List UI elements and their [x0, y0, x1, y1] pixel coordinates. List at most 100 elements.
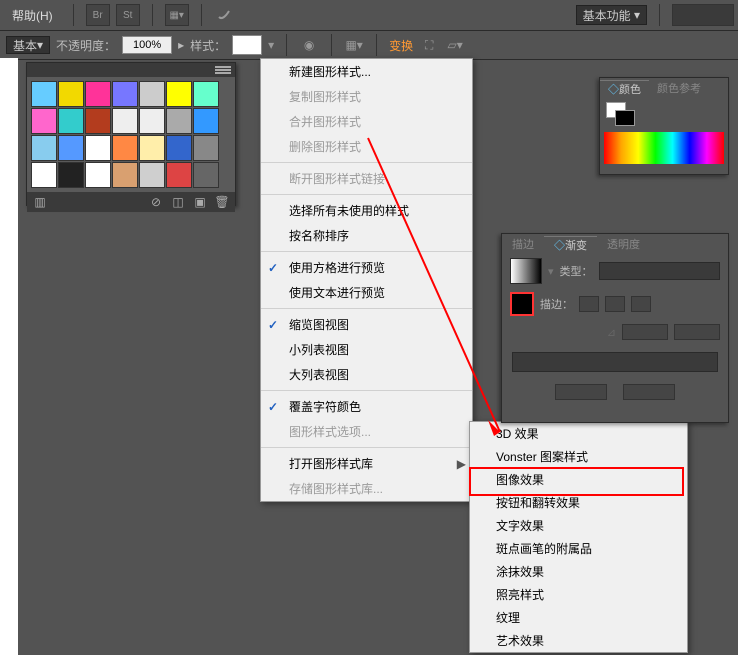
- submenu-item[interactable]: 文字效果: [470, 514, 687, 537]
- menu-help[interactable]: 帮助(H): [4, 7, 61, 24]
- stop-opacity[interactable]: [555, 384, 607, 400]
- workspace-selector[interactable]: 基本功能 ▾: [576, 5, 647, 25]
- libraries-icon[interactable]: ▥: [33, 195, 47, 209]
- arrange-docs-icon[interactable]: ▦▾: [165, 4, 189, 26]
- menu-item[interactable]: 大列表视图: [261, 362, 472, 387]
- submenu-item[interactable]: 3D 效果: [470, 422, 687, 445]
- style-swatch[interactable]: [166, 135, 192, 161]
- submenu-item[interactable]: Vonster 图案样式: [470, 445, 687, 468]
- break-link-icon[interactable]: ⊘: [149, 195, 163, 209]
- menu-item[interactable]: 按名称排序: [261, 223, 472, 248]
- style-swatch[interactable]: [166, 81, 192, 107]
- style-swatch[interactable]: [193, 162, 219, 188]
- style-swatch[interactable]: [112, 162, 138, 188]
- style-swatch[interactable]: [139, 135, 165, 161]
- menu-item[interactable]: ✓使用方格进行预览: [261, 255, 472, 280]
- gradient-preview[interactable]: [510, 258, 542, 284]
- gradient-type-select[interactable]: [599, 262, 720, 280]
- menu-item: 存储图形样式库...: [261, 476, 472, 501]
- tab-stroke[interactable]: 描边: [502, 236, 544, 252]
- style-swatch[interactable]: [31, 108, 57, 134]
- stop-location[interactable]: [623, 384, 675, 400]
- style-swatch[interactable]: [232, 35, 262, 55]
- menu-item[interactable]: 小列表视图: [261, 337, 472, 362]
- style-swatch[interactable]: [139, 81, 165, 107]
- menu-item: 复制图形样式: [261, 84, 472, 109]
- style-swatch[interactable]: [58, 162, 84, 188]
- panel-menu-icon[interactable]: [215, 65, 231, 75]
- style-swatch[interactable]: [166, 108, 192, 134]
- color-spectrum[interactable]: [604, 132, 724, 164]
- menu-item[interactable]: ✓覆盖字符颜色: [261, 394, 472, 419]
- style-swatch[interactable]: [31, 81, 57, 107]
- style-swatch[interactable]: [193, 135, 219, 161]
- style-swatch[interactable]: [58, 135, 84, 161]
- style-swatch[interactable]: [85, 108, 111, 134]
- style-swatch[interactable]: [139, 108, 165, 134]
- menu-item[interactable]: 打开图形样式库▶: [261, 451, 472, 476]
- submenu-item[interactable]: 斑点画笔的附属品: [470, 537, 687, 560]
- menu-item: 断开图形样式链接: [261, 166, 472, 191]
- transform-label[interactable]: 变换: [389, 37, 413, 54]
- style-swatch[interactable]: [85, 162, 111, 188]
- panel-tabbar: [27, 63, 235, 77]
- opacity-input[interactable]: 100%: [122, 36, 172, 54]
- color-panel: ◇颜色 颜色参考: [599, 77, 729, 175]
- submenu-item[interactable]: 涂抹效果: [470, 560, 687, 583]
- style-swatch[interactable]: [112, 135, 138, 161]
- profile-selector[interactable]: 基本▾: [6, 36, 50, 54]
- align-icon[interactable]: ▦▾: [344, 35, 364, 55]
- style-swatch[interactable]: [31, 135, 57, 161]
- bridge-icon[interactable]: Br: [86, 4, 110, 26]
- submenu-item[interactable]: 图像效果: [470, 468, 687, 491]
- tab-gradient[interactable]: ◇渐变: [544, 236, 597, 253]
- opacity-arrow[interactable]: ▸: [178, 38, 184, 52]
- tab-color-guide[interactable]: 颜色参考: [649, 80, 709, 96]
- options-icon[interactable]: ◫: [171, 195, 185, 209]
- new-style-icon[interactable]: ▣: [193, 195, 207, 209]
- fill-stroke-indicator[interactable]: [606, 102, 636, 128]
- style-swatch[interactable]: [58, 108, 84, 134]
- style-swatch[interactable]: [112, 108, 138, 134]
- stroke-fill-swatch[interactable]: [510, 292, 534, 316]
- top-menubar: 帮助(H) Br St ▦▾ 基本功能 ▾: [0, 0, 738, 31]
- submenu-item[interactable]: 照亮样式: [470, 583, 687, 606]
- trash-icon[interactable]: 🗑: [215, 195, 229, 209]
- angle-input[interactable]: [622, 324, 668, 340]
- style-label: 样式：: [190, 37, 226, 54]
- gradient-slider[interactable]: [512, 352, 718, 372]
- style-swatch[interactable]: [85, 81, 111, 107]
- appearance-icon[interactable]: ◉: [299, 35, 319, 55]
- crop-icon[interactable]: ⛶: [419, 35, 439, 55]
- styles-grid: [27, 77, 235, 192]
- menu-item[interactable]: 选择所有未使用的样式: [261, 198, 472, 223]
- brush-icon[interactable]: [214, 5, 234, 25]
- submenu-item[interactable]: 按钮和翻转效果: [470, 491, 687, 514]
- tab-color[interactable]: ◇颜色: [600, 80, 649, 97]
- submenu-item[interactable]: 艺术效果: [470, 629, 687, 652]
- style-swatch[interactable]: [139, 162, 165, 188]
- stroke-label: 描边：: [540, 296, 573, 312]
- style-swatch[interactable]: [193, 108, 219, 134]
- style-swatch[interactable]: [166, 162, 192, 188]
- style-swatch[interactable]: [112, 81, 138, 107]
- submenu-item[interactable]: 纹理: [470, 606, 687, 629]
- color-panel-tabs: ◇颜色 颜色参考: [600, 78, 728, 98]
- style-swatch[interactable]: [31, 162, 57, 188]
- style-swatch[interactable]: [85, 135, 111, 161]
- stroke-opt-2[interactable]: [605, 296, 625, 312]
- menu-item[interactable]: 使用文本进行预览: [261, 280, 472, 305]
- menu-item: 删除图形样式: [261, 134, 472, 159]
- style-swatch[interactable]: [58, 81, 84, 107]
- menu-item[interactable]: ✓缩览图视图: [261, 312, 472, 337]
- stroke-opt-3[interactable]: [631, 296, 651, 312]
- stroke-opt-1[interactable]: [579, 296, 599, 312]
- style-swatch[interactable]: [193, 81, 219, 107]
- stock-icon[interactable]: St: [116, 4, 140, 26]
- menu-item[interactable]: 新建图形样式...: [261, 59, 472, 84]
- ratio-input[interactable]: [674, 324, 720, 340]
- document-edge: [0, 58, 18, 655]
- tab-transparency[interactable]: 透明度: [597, 236, 650, 252]
- distort-icon[interactable]: ▱▾: [445, 35, 465, 55]
- search-field[interactable]: [672, 4, 734, 26]
